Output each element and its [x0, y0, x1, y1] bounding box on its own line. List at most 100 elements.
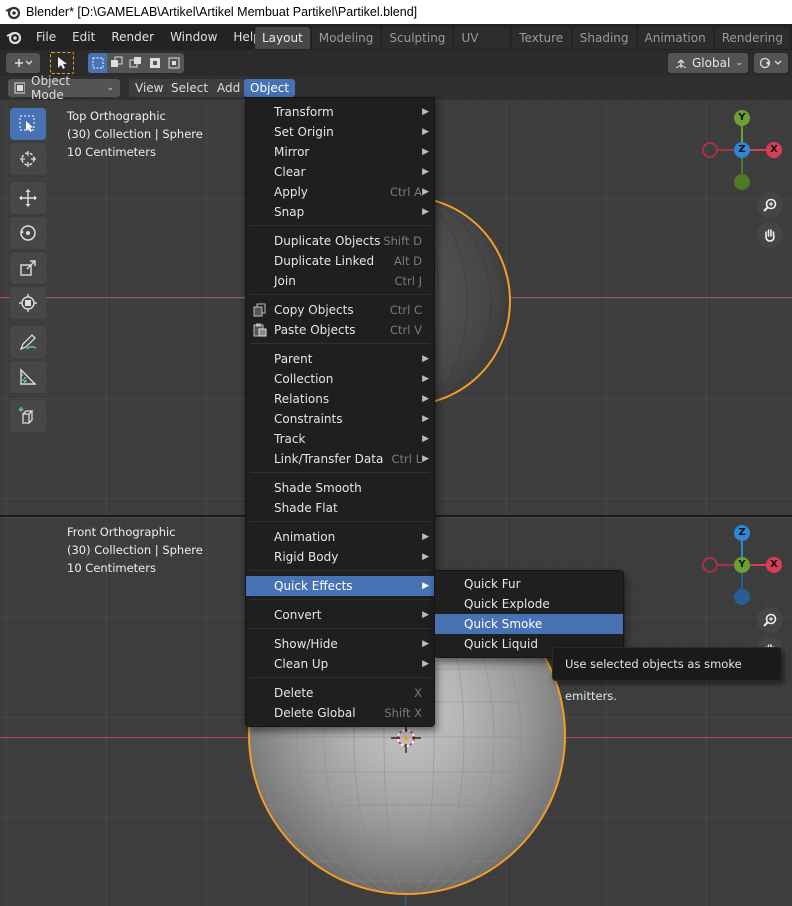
select-difference-icon[interactable] — [146, 53, 165, 73]
select-subtract-icon[interactable] — [126, 53, 145, 73]
tab-rendering[interactable]: Rendering — [714, 27, 790, 49]
orientation-value: Global — [692, 56, 731, 70]
menu-separator — [250, 570, 430, 571]
gizmo-y-negative[interactable] — [734, 174, 750, 190]
menu-item-clear[interactable]: Clear ▶ — [246, 162, 434, 182]
menu-item-join[interactable]: Join Ctrl J — [246, 271, 434, 291]
menu-separator — [250, 677, 430, 678]
menu-item-set-origin[interactable]: Set Origin ▶ — [246, 122, 434, 142]
tab-layout[interactable]: Layout — [255, 27, 310, 49]
pan-hand-icon[interactable] — [757, 222, 783, 248]
menu-item-mirror[interactable]: Mirror ▶ — [246, 142, 434, 162]
transform-tool[interactable] — [10, 287, 46, 319]
menu-item-show-hide[interactable]: Show/Hide ▶ — [246, 634, 434, 654]
menu-item-shade-flat[interactable]: Shade Flat — [246, 498, 434, 518]
shortcut-label: Ctrl V — [390, 323, 422, 337]
select-box-tool-button[interactable] — [50, 52, 74, 74]
shortcut-label: Ctrl J — [394, 274, 422, 288]
transform-orientation-dropdown[interactable]: Global ⌄ — [668, 53, 748, 73]
menu-item-delete[interactable]: Delete X — [246, 683, 434, 703]
menu-item-relations[interactable]: Relations ▶ — [246, 389, 434, 409]
menu-item-label: Set Origin — [274, 125, 334, 139]
gizmo-y-positive[interactable]: Y — [734, 557, 750, 573]
menu-item-delete-global[interactable]: Delete Global Shift X — [246, 703, 434, 723]
menu-item-collection[interactable]: Collection ▶ — [246, 369, 434, 389]
menu-item-duplicate-linked[interactable]: Duplicate Linked Alt D — [246, 251, 434, 271]
gizmo-y-positive[interactable]: Y — [734, 110, 750, 126]
select-intersect-icon[interactable] — [165, 53, 184, 73]
menu-object[interactable]: Object — [244, 79, 296, 97]
tab-modeling[interactable]: Modeling — [311, 27, 381, 49]
menu-item-parent[interactable]: Parent ▶ — [246, 349, 434, 369]
menu-file[interactable]: File — [28, 26, 64, 48]
select-new-icon[interactable] — [88, 53, 108, 73]
rotate-tool[interactable] — [10, 217, 46, 249]
select-box-tool[interactable] — [10, 108, 46, 140]
menu-item-link-transfer-data[interactable]: Link/Transfer Data Ctrl L ▶ — [246, 449, 434, 469]
submenu-arrow-icon: ▶ — [422, 394, 429, 404]
menu-item-clean-up[interactable]: Clean Up ▶ — [246, 654, 434, 674]
menu-item-label: Duplicate Linked — [274, 254, 375, 268]
submenu-arrow-icon: ▶ — [422, 354, 429, 364]
menu-item-convert[interactable]: Convert ▶ — [246, 605, 434, 625]
menu-add[interactable]: Add — [211, 79, 247, 97]
menu-item-paste-objects[interactable]: Paste Objects Ctrl V — [246, 320, 434, 340]
measure-tool[interactable] — [10, 361, 46, 393]
cursor-icon — [20, 151, 36, 167]
menu-window[interactable]: Window — [162, 26, 225, 48]
tab-animation[interactable]: Animation — [637, 27, 713, 49]
scale-tool[interactable] — [10, 252, 46, 284]
gizmo-z-positive[interactable]: Z — [734, 142, 750, 158]
gizmo-z-negative[interactable] — [734, 589, 750, 605]
menu-item-snap[interactable]: Snap ▶ — [246, 202, 434, 222]
editor-type-button[interactable] — [6, 53, 40, 73]
shortcut-label: X — [414, 686, 422, 700]
tab-sculpting[interactable]: Sculpting — [382, 27, 453, 49]
menu-item-track[interactable]: Track ▶ — [246, 429, 434, 449]
tab-uv-editing[interactable]: UV Editing — [454, 27, 511, 67]
menu-item-apply[interactable]: Apply Ctrl A ▶ — [246, 182, 434, 202]
menu-item-label: Apply — [274, 185, 308, 199]
menu-item-constraints[interactable]: Constraints ▶ — [246, 409, 434, 429]
gizmo-x-positive[interactable]: X — [766, 142, 782, 158]
menu-item-label: Clear — [274, 165, 306, 179]
tab-texture-paint[interactable]: Texture Paint — [512, 27, 571, 67]
menu-item-copy-objects[interactable]: Copy Objects Ctrl C — [246, 300, 434, 320]
navigation-gizmo-top[interactable]: Y X Z — [697, 108, 787, 198]
menu-item-label: Shade Flat — [274, 501, 338, 515]
navigation-gizmo-front[interactable]: Z X Y — [697, 523, 787, 613]
scale-icon — [20, 260, 36, 276]
menu-item-quick-explode[interactable]: Quick Explode — [435, 594, 623, 614]
menu-render[interactable]: Render — [103, 26, 162, 48]
submenu-arrow-icon: ▶ — [422, 454, 429, 464]
cursor-tool[interactable] — [10, 143, 46, 175]
pivot-point-dropdown[interactable] — [754, 53, 788, 73]
3d-cursor-icon[interactable] — [391, 723, 421, 753]
shortcut-label: Ctrl A — [390, 185, 422, 199]
menu-item-rigid-body[interactable]: Rigid Body ▶ — [246, 547, 434, 567]
menu-select[interactable]: Select — [165, 79, 215, 97]
menu-view[interactable]: View — [129, 79, 170, 97]
menu-item-animation[interactable]: Animation ▶ — [246, 527, 434, 547]
gizmo-z-positive[interactable]: Z — [734, 525, 750, 541]
menu-item-duplicate-objects[interactable]: Duplicate Objects Shift D — [246, 231, 434, 251]
zoom-icon[interactable] — [757, 607, 783, 633]
menu-item-quick-smoke[interactable]: Quick Smoke — [435, 614, 623, 634]
object-mode-dropdown[interactable]: Object Mode ⌄ — [8, 74, 120, 102]
blender-menu-icon[interactable] — [0, 24, 28, 50]
select-extend-icon[interactable] — [107, 53, 126, 73]
menu-edit[interactable]: Edit — [64, 26, 103, 48]
menu-item-transform[interactable]: Transform ▶ — [246, 102, 434, 122]
tool-header: Global ⌄ — [0, 50, 792, 76]
tab-shading[interactable]: Shading — [572, 27, 636, 49]
menu-item-quick-effects[interactable]: Quick Effects ▶ — [246, 576, 434, 596]
menu-item-shade-smooth[interactable]: Shade Smooth — [246, 478, 434, 498]
menu-item-quick-fur[interactable]: Quick Fur — [435, 574, 623, 594]
zoom-icon[interactable] — [757, 192, 783, 218]
gizmo-x-positive[interactable]: X — [766, 557, 782, 573]
gizmo-x-negative[interactable] — [702, 557, 718, 573]
gizmo-x-negative[interactable] — [702, 142, 718, 158]
annotate-tool[interactable] — [10, 326, 46, 358]
add-cube-tool[interactable] — [10, 400, 46, 432]
move-tool[interactable] — [10, 182, 46, 214]
